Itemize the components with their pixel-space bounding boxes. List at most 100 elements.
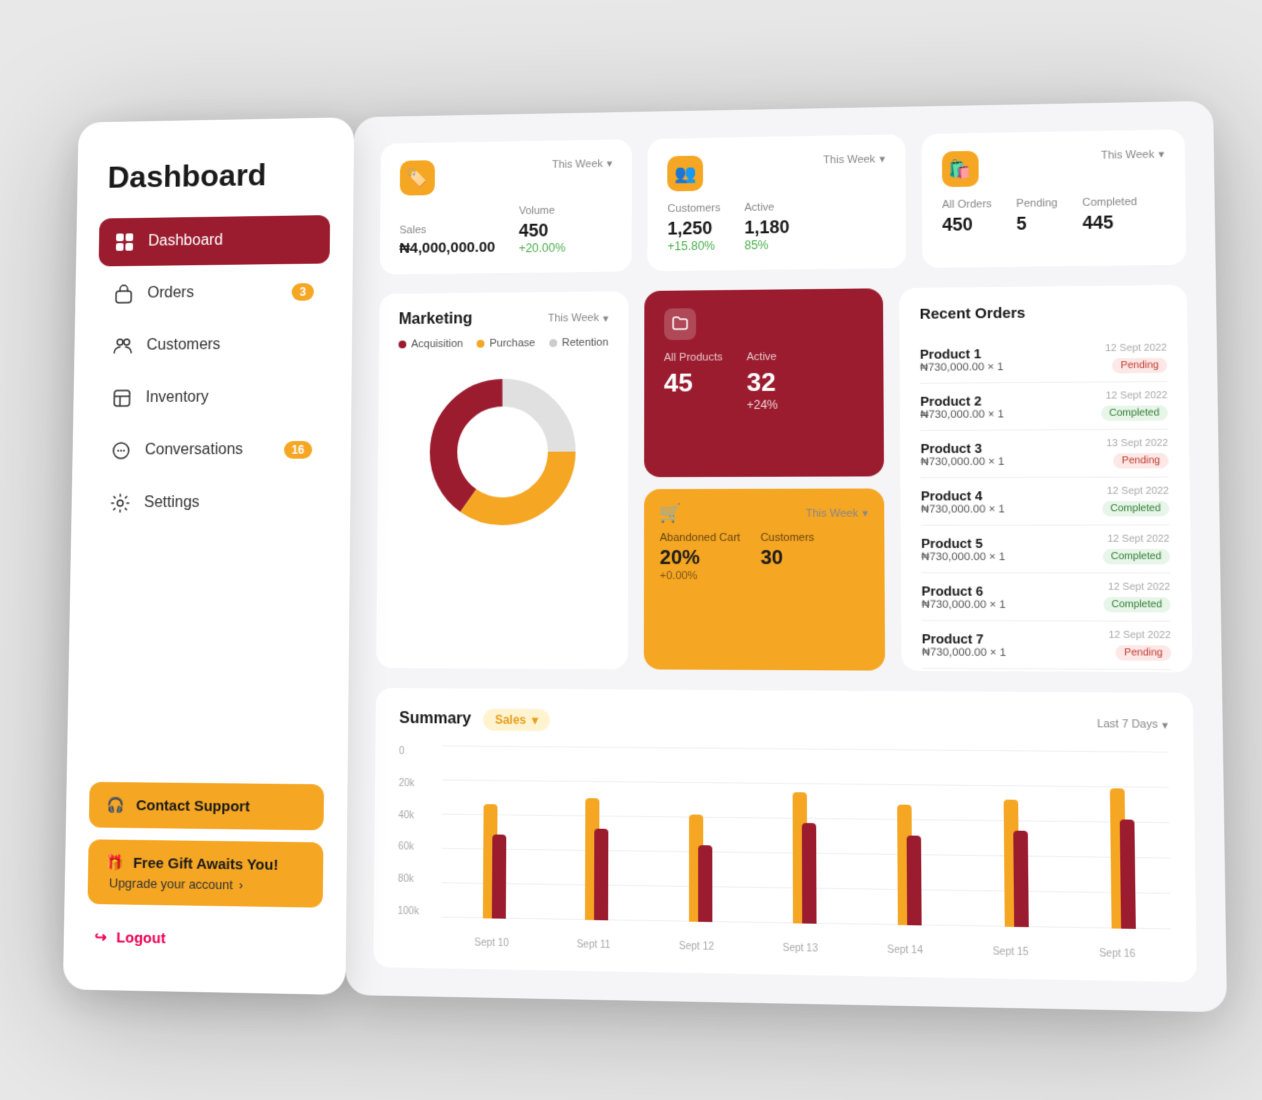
bar-stack	[959, 771, 1063, 927]
orders-completed-group: Completed 445	[1082, 196, 1137, 234]
order-date: 13 Sept 2022	[1106, 437, 1168, 448]
customers-filter[interactable]: This Week ▾	[823, 152, 885, 166]
table-row: Product 4 ₦730,000.00 × 1 12 Sept 2022 C…	[921, 477, 1170, 525]
x-label: Sept 15	[958, 945, 1064, 958]
sidebar-item-settings[interactable]: Settings	[94, 478, 327, 527]
main-content: 🏷️ This Week ▾ Sales ₦4,000,000.00 Volum…	[345, 100, 1227, 1011]
chevron-down-icon: ▾	[603, 311, 609, 324]
order-price: ₦730,000.00 × 1	[921, 550, 1005, 562]
sales-amount-group: Sales ₦4,000,000.00	[399, 223, 495, 256]
contact-support-label: Contact Support	[136, 796, 250, 814]
orders-list: Product 1 ₦730,000.00 × 1 12 Sept 2022 P…	[920, 334, 1173, 672]
legend-acquisition: Acquisition	[398, 338, 463, 350]
customers-card-header: 👥 This Week ▾	[668, 152, 885, 191]
orders-filter[interactable]: This Week ▾	[1101, 147, 1164, 161]
gift-card-title: 🎁 Free Gift Awaits You!	[105, 853, 305, 874]
gift-card[interactable]: 🎁 Free Gift Awaits You! Upgrade your acc…	[88, 839, 324, 907]
order-price: ₦730,000.00 × 1	[922, 645, 1006, 658]
bar-red	[594, 828, 608, 920]
order-name: Product 7	[922, 630, 1006, 646]
order-right: 12 Sept 2022 Completed	[1102, 485, 1169, 516]
sidebar-item-inventory[interactable]: Inventory	[96, 372, 329, 422]
table-row: Product 5 ₦730,000.00 × 1 12 Sept 2022 C…	[921, 525, 1170, 573]
chat-icon	[110, 439, 131, 460]
x-label: Sept 14	[852, 943, 957, 956]
bar-group	[543, 767, 642, 920]
order-date: 12 Sept 2022	[1106, 390, 1168, 402]
sales-card-header: 🏷️ This Week ▾	[400, 157, 613, 195]
sidebar-item-dashboard[interactable]: Dashboard	[99, 215, 330, 266]
cart-filter[interactable]: This Week ▾	[806, 506, 868, 519]
order-info: Product 1 ₦730,000.00 × 1	[920, 345, 1004, 373]
marketing-card: Marketing This Week ▾ Acquisition Purcha…	[376, 291, 628, 669]
order-date: 12 Sept 2022	[1107, 485, 1169, 496]
legend-retention: Retention	[549, 336, 608, 348]
sidebar-inventory-label: Inventory	[146, 388, 209, 406]
summary-time-filter[interactable]: Last 7 Days ▾	[1097, 717, 1168, 731]
order-info: Product 3 ₦730,000.00 × 1	[921, 440, 1005, 468]
summary-card: Summary Sales ▾ Last 7 Days ▾ 100k 80k 6…	[373, 687, 1196, 981]
sales-volume: 450	[519, 220, 566, 241]
orders-all: 450	[942, 214, 992, 236]
order-date: 12 Sept 2022	[1105, 342, 1167, 354]
bar-red	[907, 835, 922, 925]
marketing-legend: Acquisition Purchase Retention	[398, 336, 608, 350]
customers-count: 1,250	[668, 218, 721, 239]
cart-values: Abandoned Cart 20% +0.00% Customers 30	[660, 531, 869, 582]
summary-title-row: Summary Sales ▾	[399, 708, 550, 731]
x-label: Sept 16	[1064, 947, 1171, 960]
cart-customers-group: Customers 30	[760, 531, 814, 581]
cart-header: 🛒 This Week ▾	[660, 502, 868, 523]
bar-red	[492, 834, 506, 918]
recent-orders-title: Recent Orders	[920, 303, 1167, 323]
status-badge: Completed	[1103, 596, 1170, 612]
bar-stack	[543, 767, 642, 920]
order-date: 12 Sept 2022	[1107, 533, 1169, 544]
order-info: Product 7 ₦730,000.00 × 1	[922, 630, 1006, 658]
order-right: 12 Sept 2022 Completed	[1101, 390, 1168, 421]
sidebar-nav: Dashboard Orders 3	[94, 215, 330, 531]
logout-button[interactable]: ↪ Logout	[87, 915, 323, 961]
all-products-val: 45	[664, 367, 723, 398]
orders-pending: 5	[1016, 213, 1058, 235]
order-info: Product 4 ₦730,000.00 × 1	[921, 487, 1005, 514]
all-products-group: All Products 45	[664, 351, 723, 412]
active-products-val: 32	[747, 366, 778, 397]
legend-dot-purchase	[477, 339, 485, 347]
bar-group	[854, 770, 956, 926]
middle-row: Marketing This Week ▾ Acquisition Purcha…	[376, 284, 1192, 671]
bar-stack	[646, 768, 746, 922]
marketing-header: Marketing This Week ▾	[399, 309, 609, 329]
order-price: ₦730,000.00 × 1	[920, 360, 1004, 373]
order-price: ₦730,000.00 × 1	[921, 455, 1005, 467]
sidebar-item-orders[interactable]: Orders 3	[98, 267, 330, 318]
sidebar-dashboard-label: Dashboard	[148, 232, 223, 250]
box-icon	[111, 387, 132, 408]
grid-icon	[114, 231, 135, 252]
table-row: Product 6 ₦730,000.00 × 1 12 Sept 2022 C…	[921, 573, 1170, 621]
bar-red	[802, 822, 817, 923]
customers-active-group: Active 1,180 85%	[744, 201, 789, 252]
table-row: Product 2 ₦730,000.00 × 1 12 Sept 2022 C…	[920, 382, 1168, 431]
table-row: Product 1 ₦730,000.00 × 1 12 Sept 2022 P…	[920, 334, 1168, 383]
customers-stat-icon: 👥	[668, 155, 704, 191]
orders-badge: 3	[292, 283, 314, 301]
active-products-group: Active 32 +24%	[747, 351, 778, 412]
summary-sales-filter[interactable]: Sales ▾	[483, 708, 550, 731]
sidebar-bottom: 🎧 Contact Support 🎁 Free Gift Awaits You…	[87, 781, 324, 961]
sidebar: Dashboard Dashboard	[63, 117, 354, 995]
sidebar-item-conversations[interactable]: Conversations 16	[95, 425, 328, 475]
order-name: Product 3	[921, 440, 1005, 455]
customers-active-pct: 85%	[744, 237, 789, 251]
sales-filter[interactable]: This Week ▾	[552, 157, 612, 171]
sidebar-item-customers[interactable]: Customers	[97, 319, 329, 370]
marketing-filter[interactable]: This Week ▾	[548, 311, 609, 324]
top-cards: 🏷️ This Week ▾ Sales ₦4,000,000.00 Volum…	[380, 129, 1187, 274]
contact-support-button[interactable]: 🎧 Contact Support	[89, 781, 324, 829]
orders-values: All Orders 450 Pending 5 Completed 445	[942, 195, 1165, 235]
sales-amount: ₦4,000,000.00	[399, 238, 495, 256]
sidebar-customers-label: Customers	[146, 336, 220, 354]
order-name: Product 1	[920, 345, 1004, 361]
sales-icon: 🏷️	[400, 160, 435, 195]
app-container: Dashboard Dashboard	[63, 100, 1227, 1011]
